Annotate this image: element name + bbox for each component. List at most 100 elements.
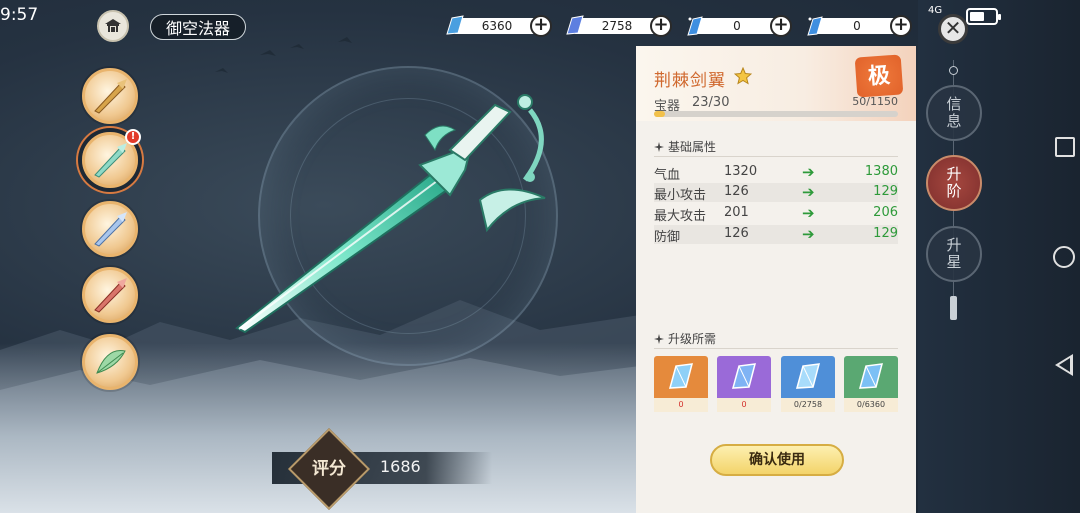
attr-next: 129: [873, 226, 898, 241]
attr-row: 最小攻击 126 ➔ 129: [654, 183, 898, 203]
add-currency-button[interactable]: +: [530, 15, 552, 37]
tab-label-bottom: 星: [946, 253, 962, 271]
weapon-slot-ice-sword[interactable]: [82, 201, 138, 257]
recents-button[interactable]: [1055, 137, 1075, 157]
base-attr-title: 基础属性: [668, 140, 717, 154]
attr-row: 防御 126 ➔ 129: [654, 225, 898, 245]
attr-row: 最大攻击 201 ➔ 206: [654, 204, 898, 224]
pavilion-icon: [105, 19, 121, 32]
attr-current: 126: [724, 226, 749, 241]
battery-level: [970, 12, 985, 21]
level-value: 23/30: [692, 95, 730, 110]
currency-spark-crystal-1: 0 +: [684, 15, 792, 37]
ice-sword-icon: [94, 212, 127, 247]
jade-sword-icon: [94, 143, 127, 178]
crystal-icon: [859, 363, 884, 389]
status-time: 9:57: [0, 5, 39, 25]
weapon-illustration: [235, 94, 546, 334]
crimson-sword-icon: [94, 278, 127, 313]
attr-current: 201: [724, 205, 749, 220]
sparkle-icon: [654, 333, 664, 344]
attr-name: 最大攻击: [654, 209, 707, 224]
score-label: 评分: [312, 459, 346, 479]
currency-spark-crystal-2: 0 +: [804, 15, 912, 37]
weapon-name: 荆棘剑翼: [654, 71, 726, 91]
notification-badge: !: [125, 129, 141, 145]
crystal-icon: [669, 363, 694, 389]
arrow-right-icon: ➔: [802, 163, 815, 181]
material-blue-crystal[interactable]: 0/2758: [781, 356, 835, 412]
material-green-crystal[interactable]: 0/6360: [844, 356, 898, 412]
tab-label-bottom: 息: [946, 112, 962, 130]
material-icon-bg: [717, 356, 771, 398]
exp-bar: [654, 111, 898, 117]
tab-label-top: 信: [946, 95, 962, 113]
arrow-right-icon: ➔: [802, 225, 815, 243]
weapon-slot-crimson-sword[interactable]: [82, 267, 138, 323]
material-icon-bg: [844, 356, 898, 398]
currency-blue-crystal: 6360 +: [444, 15, 552, 37]
sparkle-icon: [654, 141, 664, 152]
blue-crystal-icon: [446, 15, 464, 35]
arrow-right-icon: ➔: [802, 204, 815, 222]
spark-crystal-icon: [687, 16, 703, 36]
material-orange-crystal[interactable]: 0: [654, 356, 708, 412]
home-button[interactable]: [97, 10, 129, 42]
rank-seal: 极: [854, 54, 904, 98]
back-button[interactable]: [1055, 354, 1073, 376]
material-purple-crystal[interactable]: 0: [717, 356, 771, 412]
network-indicator: 4G: [928, 5, 943, 16]
weapon-slot-golden-sword[interactable]: [82, 68, 138, 124]
divider: [654, 348, 898, 349]
add-currency-button[interactable]: +: [650, 15, 672, 37]
page-title: 御空法器: [150, 14, 246, 40]
exp-fill: [654, 111, 665, 117]
add-currency-button[interactable]: +: [770, 15, 792, 37]
tab-label-top: 升: [946, 236, 962, 254]
confirm-use-button[interactable]: 确认使用: [710, 444, 844, 476]
weapon-slot-jade-sword[interactable]: !: [82, 129, 141, 188]
tab-rail-end: [950, 296, 957, 320]
tab-rail-cap: [949, 66, 958, 75]
exp-text: 50/1150: [852, 95, 898, 108]
currency-value: 6360: [454, 18, 540, 34]
currency-value: 0: [694, 18, 780, 34]
crystal-icon: [796, 363, 821, 389]
add-currency-button[interactable]: +: [890, 15, 912, 37]
arrow-right-icon: ➔: [802, 183, 815, 201]
score-value: 1686: [380, 457, 421, 476]
currency-value: 2758: [574, 18, 660, 34]
tab-info[interactable]: 信 息: [926, 85, 982, 141]
weapon-slot-green-fan[interactable]: [82, 334, 138, 390]
attr-name: 气血: [654, 168, 681, 183]
attr-next: 129: [873, 184, 898, 199]
material-count: 0: [717, 398, 771, 412]
currency-purple-crystal: 2758 +: [564, 15, 672, 37]
material-count: 0: [654, 398, 708, 412]
tab-star[interactable]: 升 星: [926, 226, 982, 282]
attr-row: 气血 1320 ➔ 1380: [654, 163, 898, 183]
attr-current: 126: [724, 184, 749, 199]
material-icon-bg: [781, 356, 835, 398]
currency-value: 0: [814, 18, 900, 34]
close-button[interactable]: ✕: [938, 14, 968, 44]
upgrade-panel: 荆棘剑翼 极 宝器 23/30 50/1150 基础属性 气血 1320 ➔ 1…: [636, 46, 916, 513]
home-nav-button[interactable]: [1053, 246, 1075, 268]
battery-icon: [966, 8, 1001, 25]
materials-title: 升级所需: [668, 332, 717, 346]
attr-next: 206: [873, 205, 898, 220]
attr-name: 防御: [654, 230, 681, 245]
green-fan-icon: [96, 349, 126, 374]
purple-crystal-icon: [566, 15, 584, 35]
material-count: 0/2758: [781, 398, 835, 412]
tab-upgrade[interactable]: 升 阶: [926, 155, 982, 211]
tab-label-bottom: 阶: [946, 182, 962, 200]
tab-label-top: 升: [946, 165, 962, 183]
attr-current: 1320: [724, 164, 758, 179]
star-icon: [734, 67, 752, 85]
base-attr-header: 基础属性: [654, 138, 716, 155]
golden-sword-icon: [94, 79, 127, 114]
divider: [654, 156, 898, 157]
attr-next: 1380: [864, 164, 898, 179]
materials-header: 升级所需: [654, 330, 716, 347]
